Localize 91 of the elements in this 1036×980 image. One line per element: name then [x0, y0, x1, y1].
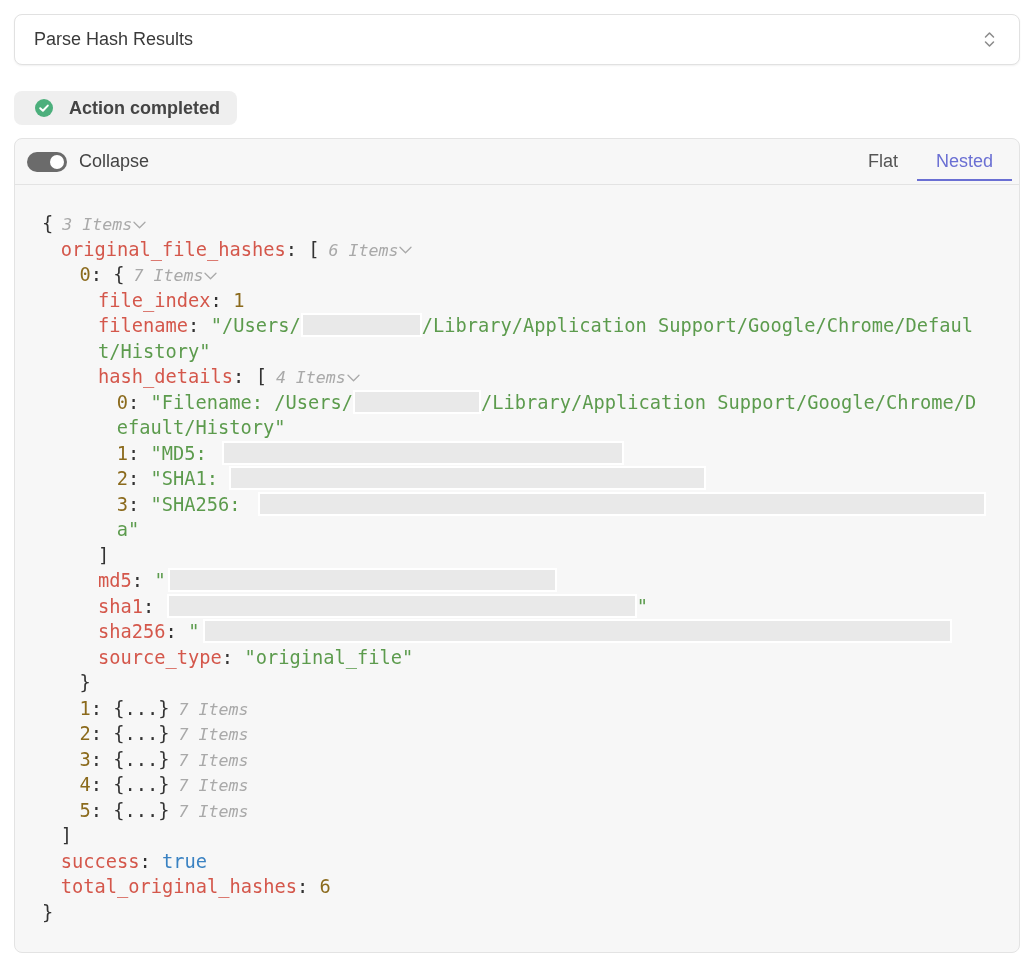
close-brace: }	[79, 672, 91, 693]
collapsed-object[interactable]: {...}	[113, 799, 170, 821]
collapsed-object[interactable]: {...}	[113, 723, 170, 744]
property-key: md5	[98, 570, 132, 591]
key-colon: :	[128, 493, 140, 515]
status-text: Action completed	[69, 96, 220, 120]
open-bracket: [	[255, 366, 267, 387]
collapsed-object[interactable]: {...}	[113, 748, 170, 770]
key-colon: :	[296, 876, 309, 897]
key-colon: :	[90, 723, 102, 744]
property-key: hash_details	[98, 366, 234, 387]
string-value: "MD5:	[150, 442, 207, 464]
key-colon: :	[128, 468, 140, 489]
string-value: t/History"	[98, 340, 211, 362]
array-index: 3	[116, 493, 129, 515]
key-colon: :	[188, 315, 200, 336]
string-value: "	[154, 570, 166, 591]
key-colon: :	[210, 289, 222, 311]
chevron-down-icon[interactable]	[204, 271, 218, 280]
open-brace: {	[113, 264, 125, 285]
property-key: filename	[98, 315, 189, 336]
string-value: "	[636, 595, 648, 617]
array-index: 4	[79, 774, 91, 795]
item-count: 3 Items	[62, 215, 133, 234]
array-index: 1	[116, 442, 129, 464]
property-key: file_index	[98, 289, 211, 311]
string-value: "SHA256:	[150, 493, 241, 515]
string-value: "/Users/	[210, 315, 301, 336]
key-colon: :	[233, 366, 245, 387]
item-count: 7 Items	[178, 699, 249, 719]
boolean-value: true	[161, 850, 207, 872]
key-colon: :	[128, 442, 140, 464]
array-index: 2	[79, 723, 91, 744]
key-colon: :	[90, 748, 102, 770]
key-colon: :	[90, 697, 102, 719]
array-index: 2	[116, 468, 129, 489]
property-key: original_file_hashes	[60, 238, 286, 260]
chevron-down-icon[interactable]	[346, 373, 360, 382]
select-field[interactable]: Parse Hash Results	[14, 14, 1020, 65]
chevron-up-down-icon	[984, 31, 995, 48]
close-brace: }	[42, 901, 54, 923]
number-value: 1	[233, 289, 245, 311]
number-value: 6	[319, 876, 331, 897]
item-count: 6 Items	[328, 240, 399, 260]
key-colon: :	[90, 264, 102, 285]
property-key: source_type	[98, 646, 222, 668]
array-index: 1	[79, 697, 91, 719]
item-count: 7 Items	[178, 801, 249, 821]
collapsed-object[interactable]: {...}	[113, 774, 170, 795]
key-colon: :	[143, 595, 155, 617]
key-colon: :	[221, 646, 234, 668]
string-value: "SHA1:	[150, 468, 219, 489]
array-index: 0	[116, 391, 129, 413]
toggle-label: Collapse	[79, 150, 150, 173]
key-colon: :	[165, 621, 177, 642]
string-value: "Filename: /Users/	[150, 391, 354, 413]
view-tab[interactable]: Flat	[848, 143, 917, 181]
key-colon: :	[139, 850, 151, 872]
item-count: 4 Items	[275, 368, 346, 387]
key-colon: :	[90, 799, 102, 821]
string-value: "	[188, 621, 200, 642]
array-index: 5	[79, 799, 91, 821]
array-index: 3	[79, 748, 91, 770]
chevron-down-icon[interactable]	[399, 246, 413, 254]
item-count: 7 Items	[178, 750, 249, 770]
key-colon: :	[131, 570, 144, 591]
close-bracket: ]	[98, 544, 110, 566]
property-key: sha1	[98, 595, 144, 617]
item-count: 7 Items	[133, 266, 204, 285]
string-value: efault/History"	[116, 417, 286, 438]
check-circle-icon	[35, 99, 53, 117]
string-value: a"	[116, 519, 140, 540]
chevron-down-icon[interactable]	[133, 220, 147, 229]
item-count: 7 Items	[178, 725, 249, 744]
array-index: 0	[79, 264, 91, 285]
item-count: 7 Items	[178, 776, 249, 795]
collapse-toggle[interactable]	[27, 151, 67, 172]
open-bracket: [	[308, 238, 320, 260]
open-brace: {	[42, 213, 54, 234]
key-colon: :	[128, 391, 140, 413]
string-value: /Library/Application Support/Google/Chrome/D	[481, 391, 977, 413]
collapsed-object[interactable]: {...}	[113, 697, 170, 719]
string-value: /Library/Application Support/Google/Chrome/Defaul	[421, 315, 973, 336]
property-key: sha256	[98, 621, 166, 642]
view-tab[interactable]: Nested	[916, 143, 1012, 181]
property-key: success	[60, 850, 140, 872]
key-colon: :	[90, 774, 102, 795]
property-key: total_original_hashes	[60, 876, 297, 897]
key-colon: :	[285, 238, 297, 260]
close-bracket: ]	[60, 825, 72, 846]
string-value: "original_file"	[244, 646, 414, 668]
